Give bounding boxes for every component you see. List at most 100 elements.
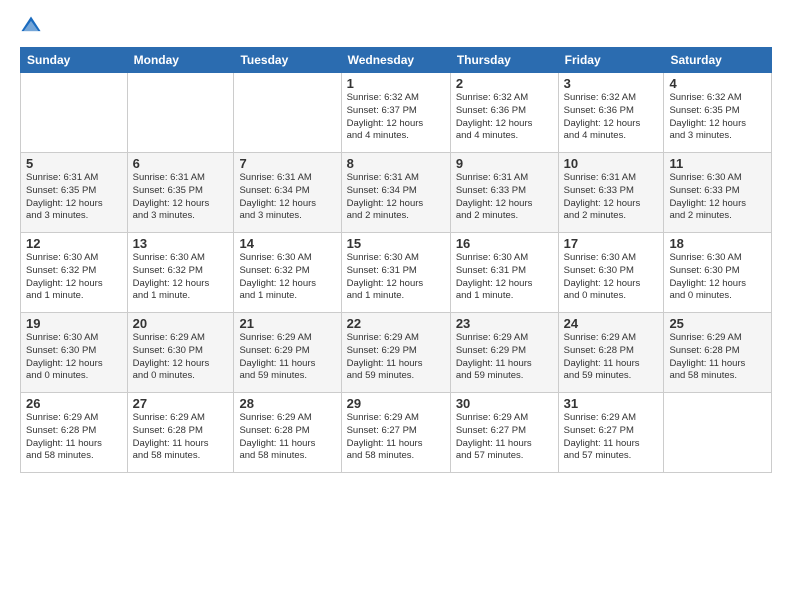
day-number: 30 xyxy=(456,396,553,411)
calendar-cell: 24Sunrise: 6:29 AM Sunset: 6:28 PM Dayli… xyxy=(558,313,664,393)
calendar-cell: 15Sunrise: 6:30 AM Sunset: 6:31 PM Dayli… xyxy=(341,233,450,313)
day-info: Sunrise: 6:29 AM Sunset: 6:28 PM Dayligh… xyxy=(239,412,335,463)
calendar-cell: 23Sunrise: 6:29 AM Sunset: 6:29 PM Dayli… xyxy=(450,313,558,393)
day-number: 23 xyxy=(456,316,553,331)
calendar-header-saturday: Saturday xyxy=(664,48,772,73)
day-info: Sunrise: 6:30 AM Sunset: 6:31 PM Dayligh… xyxy=(347,252,445,303)
day-number: 2 xyxy=(456,76,553,91)
day-info: Sunrise: 6:29 AM Sunset: 6:27 PM Dayligh… xyxy=(347,412,445,463)
day-info: Sunrise: 6:32 AM Sunset: 6:36 PM Dayligh… xyxy=(456,92,553,143)
calendar-header-monday: Monday xyxy=(127,48,234,73)
calendar-cell: 20Sunrise: 6:29 AM Sunset: 6:30 PM Dayli… xyxy=(127,313,234,393)
day-info: Sunrise: 6:31 AM Sunset: 6:35 PM Dayligh… xyxy=(26,172,122,223)
day-number: 17 xyxy=(564,236,659,251)
calendar-cell: 16Sunrise: 6:30 AM Sunset: 6:31 PM Dayli… xyxy=(450,233,558,313)
day-number: 26 xyxy=(26,396,122,411)
day-info: Sunrise: 6:31 AM Sunset: 6:35 PM Dayligh… xyxy=(133,172,229,223)
logo-icon xyxy=(20,15,42,37)
calendar-cell: 7Sunrise: 6:31 AM Sunset: 6:34 PM Daylig… xyxy=(234,153,341,233)
day-number: 1 xyxy=(347,76,445,91)
day-info: Sunrise: 6:29 AM Sunset: 6:28 PM Dayligh… xyxy=(133,412,229,463)
calendar-cell: 5Sunrise: 6:31 AM Sunset: 6:35 PM Daylig… xyxy=(21,153,128,233)
day-info: Sunrise: 6:29 AM Sunset: 6:29 PM Dayligh… xyxy=(239,332,335,383)
day-number: 18 xyxy=(669,236,766,251)
calendar-table: SundayMondayTuesdayWednesdayThursdayFrid… xyxy=(20,47,772,473)
day-number: 6 xyxy=(133,156,229,171)
calendar-cell xyxy=(234,73,341,153)
day-number: 11 xyxy=(669,156,766,171)
day-info: Sunrise: 6:30 AM Sunset: 6:32 PM Dayligh… xyxy=(239,252,335,303)
calendar-week-1: 5Sunrise: 6:31 AM Sunset: 6:35 PM Daylig… xyxy=(21,153,772,233)
calendar-header-sunday: Sunday xyxy=(21,48,128,73)
calendar-cell: 4Sunrise: 6:32 AM Sunset: 6:35 PM Daylig… xyxy=(664,73,772,153)
calendar-header-friday: Friday xyxy=(558,48,664,73)
calendar-cell: 8Sunrise: 6:31 AM Sunset: 6:34 PM Daylig… xyxy=(341,153,450,233)
header xyxy=(20,15,772,37)
calendar-cell: 1Sunrise: 6:32 AM Sunset: 6:37 PM Daylig… xyxy=(341,73,450,153)
calendar-week-2: 12Sunrise: 6:30 AM Sunset: 6:32 PM Dayli… xyxy=(21,233,772,313)
day-number: 8 xyxy=(347,156,445,171)
calendar-cell: 25Sunrise: 6:29 AM Sunset: 6:28 PM Dayli… xyxy=(664,313,772,393)
calendar-header-tuesday: Tuesday xyxy=(234,48,341,73)
calendar-cell: 21Sunrise: 6:29 AM Sunset: 6:29 PM Dayli… xyxy=(234,313,341,393)
calendar-week-3: 19Sunrise: 6:30 AM Sunset: 6:30 PM Dayli… xyxy=(21,313,772,393)
calendar-cell: 14Sunrise: 6:30 AM Sunset: 6:32 PM Dayli… xyxy=(234,233,341,313)
calendar-week-0: 1Sunrise: 6:32 AM Sunset: 6:37 PM Daylig… xyxy=(21,73,772,153)
logo xyxy=(20,15,46,37)
calendar-cell: 22Sunrise: 6:29 AM Sunset: 6:29 PM Dayli… xyxy=(341,313,450,393)
day-number: 10 xyxy=(564,156,659,171)
day-info: Sunrise: 6:30 AM Sunset: 6:32 PM Dayligh… xyxy=(26,252,122,303)
calendar-cell: 9Sunrise: 6:31 AM Sunset: 6:33 PM Daylig… xyxy=(450,153,558,233)
day-info: Sunrise: 6:29 AM Sunset: 6:28 PM Dayligh… xyxy=(564,332,659,383)
day-info: Sunrise: 6:31 AM Sunset: 6:33 PM Dayligh… xyxy=(564,172,659,223)
day-number: 16 xyxy=(456,236,553,251)
calendar-header-wednesday: Wednesday xyxy=(341,48,450,73)
calendar-cell: 17Sunrise: 6:30 AM Sunset: 6:30 PM Dayli… xyxy=(558,233,664,313)
day-number: 9 xyxy=(456,156,553,171)
day-info: Sunrise: 6:31 AM Sunset: 6:34 PM Dayligh… xyxy=(239,172,335,223)
day-info: Sunrise: 6:30 AM Sunset: 6:30 PM Dayligh… xyxy=(669,252,766,303)
page: SundayMondayTuesdayWednesdayThursdayFrid… xyxy=(0,0,792,612)
day-number: 31 xyxy=(564,396,659,411)
calendar-cell: 28Sunrise: 6:29 AM Sunset: 6:28 PM Dayli… xyxy=(234,393,341,473)
day-number: 3 xyxy=(564,76,659,91)
day-number: 20 xyxy=(133,316,229,331)
calendar-cell: 18Sunrise: 6:30 AM Sunset: 6:30 PM Dayli… xyxy=(664,233,772,313)
day-info: Sunrise: 6:31 AM Sunset: 6:33 PM Dayligh… xyxy=(456,172,553,223)
day-info: Sunrise: 6:32 AM Sunset: 6:35 PM Dayligh… xyxy=(669,92,766,143)
day-info: Sunrise: 6:29 AM Sunset: 6:27 PM Dayligh… xyxy=(564,412,659,463)
calendar-header-row: SundayMondayTuesdayWednesdayThursdayFrid… xyxy=(21,48,772,73)
calendar-cell: 27Sunrise: 6:29 AM Sunset: 6:28 PM Dayli… xyxy=(127,393,234,473)
calendar-cell: 6Sunrise: 6:31 AM Sunset: 6:35 PM Daylig… xyxy=(127,153,234,233)
day-info: Sunrise: 6:30 AM Sunset: 6:30 PM Dayligh… xyxy=(26,332,122,383)
day-info: Sunrise: 6:29 AM Sunset: 6:30 PM Dayligh… xyxy=(133,332,229,383)
day-info: Sunrise: 6:30 AM Sunset: 6:31 PM Dayligh… xyxy=(456,252,553,303)
calendar-cell: 26Sunrise: 6:29 AM Sunset: 6:28 PM Dayli… xyxy=(21,393,128,473)
day-info: Sunrise: 6:32 AM Sunset: 6:37 PM Dayligh… xyxy=(347,92,445,143)
calendar-cell: 10Sunrise: 6:31 AM Sunset: 6:33 PM Dayli… xyxy=(558,153,664,233)
calendar-cell: 12Sunrise: 6:30 AM Sunset: 6:32 PM Dayli… xyxy=(21,233,128,313)
day-info: Sunrise: 6:29 AM Sunset: 6:27 PM Dayligh… xyxy=(456,412,553,463)
day-number: 22 xyxy=(347,316,445,331)
day-info: Sunrise: 6:32 AM Sunset: 6:36 PM Dayligh… xyxy=(564,92,659,143)
day-number: 14 xyxy=(239,236,335,251)
day-number: 19 xyxy=(26,316,122,331)
day-info: Sunrise: 6:29 AM Sunset: 6:29 PM Dayligh… xyxy=(456,332,553,383)
day-info: Sunrise: 6:30 AM Sunset: 6:30 PM Dayligh… xyxy=(564,252,659,303)
day-number: 28 xyxy=(239,396,335,411)
day-number: 21 xyxy=(239,316,335,331)
calendar-cell: 3Sunrise: 6:32 AM Sunset: 6:36 PM Daylig… xyxy=(558,73,664,153)
day-info: Sunrise: 6:30 AM Sunset: 6:33 PM Dayligh… xyxy=(669,172,766,223)
day-number: 4 xyxy=(669,76,766,91)
calendar-cell xyxy=(664,393,772,473)
day-info: Sunrise: 6:29 AM Sunset: 6:29 PM Dayligh… xyxy=(347,332,445,383)
calendar-week-4: 26 Sunrise: 6:29 AM Sunset: 6:28 PM Dayli… xyxy=(21,393,772,473)
day-info: Sunrise: 6:31 AM Sunset: 6:34 PM Dayligh… xyxy=(347,172,445,223)
calendar-cell: 30Sunrise: 6:29 AM Sunset: 6:27 PM Dayli… xyxy=(450,393,558,473)
day-number: 15 xyxy=(347,236,445,251)
calendar-cell: 29Sunrise: 6:29 AM Sunset: 6:27 PM Dayli… xyxy=(341,393,450,473)
day-number: 13 xyxy=(133,236,229,251)
day-number: 27 xyxy=(133,396,229,411)
calendar-header-thursday: Thursday xyxy=(450,48,558,73)
calendar-cell: 19Sunrise: 6:30 AM Sunset: 6:30 PM Dayli… xyxy=(21,313,128,393)
